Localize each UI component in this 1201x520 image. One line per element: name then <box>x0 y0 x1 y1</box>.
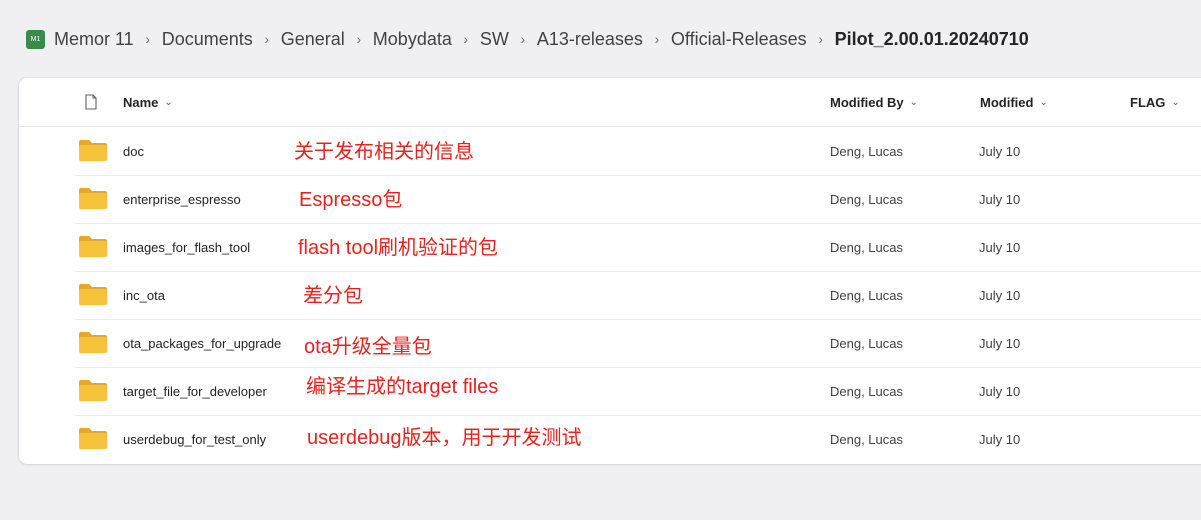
folder-icon <box>79 188 107 209</box>
breadcrumb: M1 Memor 11 › Documents › General › Moby… <box>26 24 1029 54</box>
column-header-flag[interactable]: FLAG ⌄ <box>1130 78 1180 126</box>
folder-name[interactable]: images_for_flash_tool <box>123 223 250 271</box>
modified-cell: July 10 <box>979 335 1021 351</box>
annotation-text: userdebug版本，用于开发测试 <box>307 426 582 449</box>
modified-by-cell[interactable]: Deng, Lucas <box>830 319 903 367</box>
chevron-down-icon: ⌄ <box>909 96 919 108</box>
annotation-text: 差分包 <box>303 284 363 307</box>
chevron-right-icon: › <box>145 31 151 47</box>
column-header-flag-label: FLAG <box>1130 94 1166 110</box>
annotation-text: flash tool刷机验证的包 <box>298 236 499 259</box>
breadcrumb-item-documents[interactable]: Documents <box>162 29 253 50</box>
site-logo-icon[interactable]: M1 <box>26 29 45 49</box>
modified-cell: July 10 <box>979 239 1021 255</box>
chevron-right-icon: › <box>356 31 362 47</box>
chevron-right-icon: › <box>520 31 526 47</box>
table-row[interactable]: enterprise_espresso Espresso包 Deng, Luca… <box>75 175 1201 224</box>
folder-name[interactable]: enterprise_espresso <box>123 175 241 223</box>
annotation-text: Espresso包 <box>299 188 403 211</box>
folder-icon <box>79 284 107 305</box>
breadcrumb-current-folder: Pilot_2.00.01.20240710 <box>834 28 1029 49</box>
modified-cell: July 10 <box>979 383 1021 399</box>
modified-by-cell[interactable]: Deng, Lucas <box>830 415 903 463</box>
breadcrumb-item-memor-11[interactable]: Memor 11 <box>54 29 134 50</box>
modified-cell: July 10 <box>979 191 1021 207</box>
modified-by-cell[interactable]: Deng, Lucas <box>830 127 903 175</box>
breadcrumb-item-mobydata[interactable]: Mobydata <box>373 29 452 50</box>
column-header-modified-label: Modified <box>980 94 1034 110</box>
chevron-down-icon: ⌄ <box>164 96 173 108</box>
modified-cell: July 10 <box>979 431 1021 447</box>
chevron-right-icon: › <box>463 31 469 47</box>
chevron-down-icon: ⌄ <box>1039 96 1048 108</box>
folder-name[interactable]: userdebug_for_test_only <box>123 415 266 463</box>
modified-by-cell[interactable]: Deng, Lucas <box>830 367 903 415</box>
chevron-right-icon: › <box>818 31 823 47</box>
breadcrumb-item-sw[interactable]: SW <box>480 29 509 50</box>
modified-cell: July 10 <box>979 143 1021 159</box>
folder-name[interactable]: inc_ota <box>123 271 165 319</box>
folder-name[interactable]: doc <box>123 127 144 175</box>
breadcrumb-item-a13-releases[interactable]: A13-releases <box>537 29 643 50</box>
annotation-text: 关于发布相关的信息 <box>294 140 474 163</box>
table-row[interactable]: ota_packages_for_upgrade ota升级全量包 Deng, … <box>75 319 1201 368</box>
folder-icon <box>79 140 107 161</box>
column-header-modified[interactable]: Modified ⌄ <box>980 78 1048 126</box>
column-header-modified-by[interactable]: Modified By ⌄ <box>830 78 918 126</box>
table-row[interactable]: doc 关于发布相关的信息 Deng, Lucas July 10 <box>75 127 1201 176</box>
chevron-down-icon: ⌄ <box>1171 96 1180 108</box>
annotation-text: ota升级全量包 <box>304 335 432 358</box>
table-row[interactable]: images_for_flash_tool flash tool刷机验证的包 D… <box>75 223 1201 272</box>
table-row[interactable]: inc_ota 差分包 Deng, Lucas July 10 <box>75 271 1201 320</box>
modified-by-cell[interactable]: Deng, Lucas <box>830 271 903 319</box>
chevron-right-icon: › <box>654 31 660 47</box>
folder-icon <box>79 380 107 401</box>
modified-by-cell[interactable]: Deng, Lucas <box>830 223 903 271</box>
annotation-text: 编译生成的target files <box>306 375 499 398</box>
column-header-row: Name ⌄ Modified By ⌄ Modified ⌄ FLAG ⌄ <box>19 78 1201 127</box>
column-header-name[interactable]: Name ⌄ <box>123 78 173 126</box>
folder-icon <box>79 428 107 449</box>
modified-cell: July 10 <box>979 287 1021 303</box>
breadcrumb-item-general[interactable]: General <box>281 29 345 50</box>
folder-name[interactable]: ota_packages_for_upgrade <box>123 319 281 367</box>
folder-name[interactable]: target_file_for_developer <box>123 367 267 415</box>
file-list-panel: Name ⌄ Modified By ⌄ Modified ⌄ FLAG ⌄ d… <box>19 78 1201 464</box>
table-row[interactable]: userdebug_for_test_only userdebug版本，用于开发… <box>75 415 1201 463</box>
chevron-right-icon: › <box>264 31 270 47</box>
folder-icon <box>79 332 107 353</box>
column-header-name-label: Name <box>123 94 159 110</box>
breadcrumb-item-official-releases[interactable]: Official-Releases <box>671 29 807 50</box>
file-type-icon[interactable] <box>85 94 97 110</box>
table-row[interactable]: target_file_for_developer 编译生成的target fi… <box>75 367 1201 416</box>
modified-by-cell[interactable]: Deng, Lucas <box>830 175 903 223</box>
column-header-modified-by-label: Modified By <box>830 94 904 110</box>
folder-icon <box>79 236 107 257</box>
